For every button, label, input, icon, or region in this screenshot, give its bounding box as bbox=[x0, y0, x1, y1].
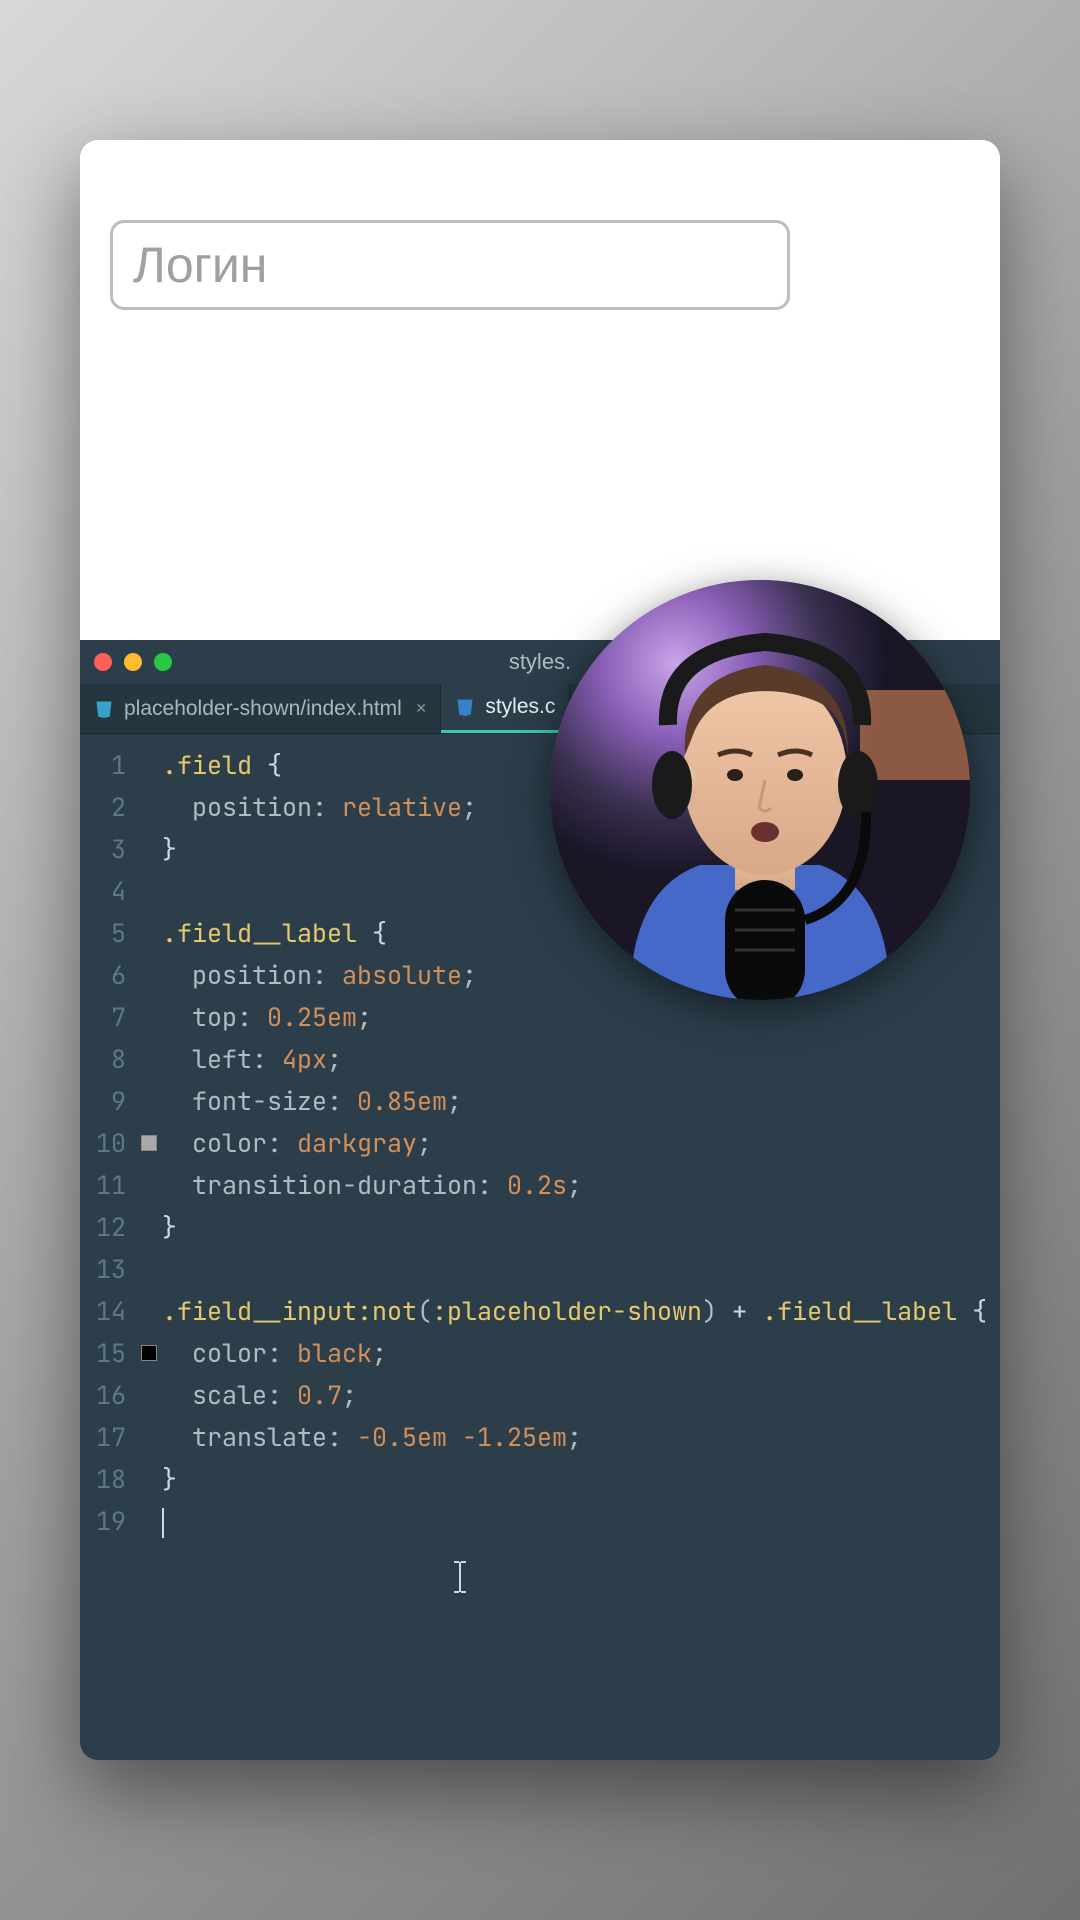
line-number: 17 bbox=[80, 1416, 126, 1458]
code-line[interactable]: left: 4px; bbox=[162, 1038, 1000, 1080]
line-number: 19 bbox=[80, 1500, 126, 1542]
line-number: 10 bbox=[80, 1122, 126, 1164]
maximize-window-button[interactable] bbox=[154, 653, 172, 671]
line-number: 2 bbox=[80, 786, 126, 828]
code-line[interactable]: font-size: 0.85em; bbox=[162, 1080, 1000, 1122]
line-number-gutter: 12345678910111213141516171819 bbox=[80, 744, 136, 1542]
line-number: 18 bbox=[80, 1458, 126, 1500]
line-number: 12 bbox=[80, 1206, 126, 1248]
window-controls bbox=[94, 653, 172, 671]
line-number: 6 bbox=[80, 954, 126, 996]
line-number: 16 bbox=[80, 1374, 126, 1416]
color-swatch bbox=[141, 1135, 157, 1151]
tab-label: placeholder-shown/index.html bbox=[124, 697, 402, 721]
close-tab-icon[interactable]: × bbox=[416, 698, 427, 719]
login-input[interactable] bbox=[110, 220, 790, 310]
webcam-overlay bbox=[550, 580, 970, 1000]
code-line[interactable]: } bbox=[162, 1458, 1000, 1500]
code-line[interactable]: translate: -0.5em -1.25em; bbox=[162, 1416, 1000, 1458]
color-swatch bbox=[141, 1345, 157, 1361]
line-number: 5 bbox=[80, 912, 126, 954]
code-line[interactable]: color: black; bbox=[162, 1332, 1000, 1374]
close-window-button[interactable] bbox=[94, 653, 112, 671]
line-number: 3 bbox=[80, 828, 126, 870]
window-title: styles. bbox=[509, 649, 571, 675]
line-number: 14 bbox=[80, 1290, 126, 1332]
tab-index-html[interactable]: placeholder-shown/index.html × bbox=[80, 684, 441, 733]
line-number: 13 bbox=[80, 1248, 126, 1290]
line-number: 9 bbox=[80, 1080, 126, 1122]
minimize-window-button[interactable] bbox=[124, 653, 142, 671]
code-line[interactable]: } bbox=[162, 1206, 1000, 1248]
color-swatch-gutter bbox=[136, 744, 162, 1542]
tab-styles-css[interactable]: styles.c bbox=[441, 684, 570, 733]
line-number: 4 bbox=[80, 870, 126, 912]
editor-caret bbox=[162, 1508, 164, 1538]
line-number: 8 bbox=[80, 1038, 126, 1080]
code-line[interactable]: transition-duration: 0.2s; bbox=[162, 1164, 1000, 1206]
line-number: 1 bbox=[80, 744, 126, 786]
code-line[interactable] bbox=[162, 1248, 1000, 1290]
app-frame: styles. placeholder-shown/index.html × s… bbox=[80, 140, 1000, 1760]
css-file-icon bbox=[455, 697, 475, 717]
line-number: 15 bbox=[80, 1332, 126, 1374]
code-line[interactable]: scale: 0.7; bbox=[162, 1374, 1000, 1416]
code-line[interactable]: color: darkgray; bbox=[162, 1122, 1000, 1164]
browser-preview bbox=[80, 140, 1000, 640]
code-line[interactable] bbox=[162, 1500, 1000, 1542]
line-number: 7 bbox=[80, 996, 126, 1038]
line-number: 11 bbox=[80, 1164, 126, 1206]
text-cursor-icon bbox=[450, 1560, 470, 1598]
tab-label: styles.c bbox=[485, 695, 555, 719]
code-line[interactable]: top: 0.25em; bbox=[162, 996, 1000, 1038]
html-file-icon bbox=[94, 699, 114, 719]
code-line[interactable]: .field__input:not(:placeholder-shown) + … bbox=[162, 1290, 1000, 1332]
